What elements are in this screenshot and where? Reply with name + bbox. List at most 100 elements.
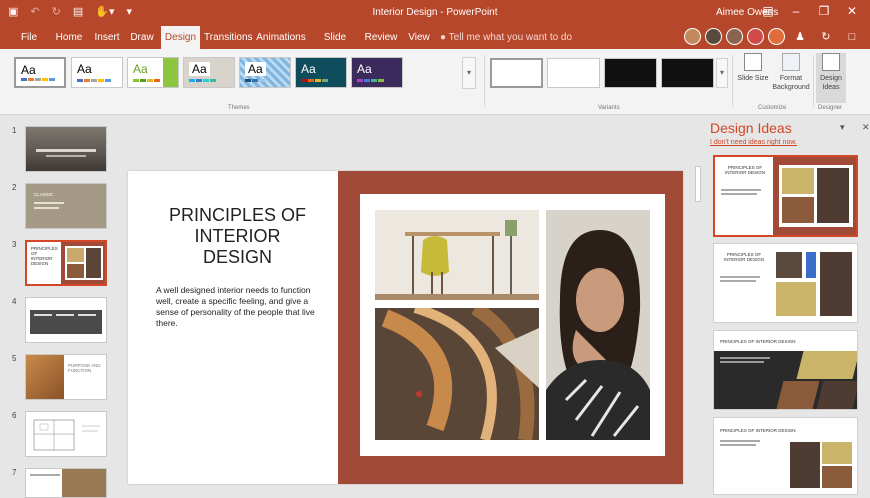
design-idea-3[interactable]: PRINCIPLES OF INTERIOR DESIGN [713,330,858,410]
theme-color-bars [21,78,55,81]
tab-insert[interactable]: Insert [90,26,124,49]
tab-home[interactable]: Home [52,26,86,49]
slide-number: 1 [12,126,17,135]
restore-icon[interactable]: ❐ [810,4,838,18]
slide-size-button[interactable]: Slide Size [737,53,769,101]
theme-ion[interactable]: Aa [295,57,347,88]
slide-thumbnail-3[interactable]: PRINCIPLES OF INTERIOR DESIGN [25,240,107,286]
desk-photo[interactable] [375,210,539,300]
format-background-label-2: Background [772,84,810,91]
format-background-button[interactable]: Format Background [770,53,812,101]
pane-options-icon[interactable]: ▾ [840,122,845,133]
theme-office-2[interactable]: Aa [71,57,123,88]
dismiss-ideas-link[interactable]: I don't need ideas right now. [710,139,797,146]
variant-2[interactable] [547,58,600,88]
variant-3[interactable] [604,58,657,88]
variants-more-button[interactable]: ▾ [716,58,728,88]
idea-title: PRINCIPLES OF INTERIOR DESIGN [720,339,796,344]
collaborator-avatar[interactable] [684,28,701,45]
idea-photo [782,197,814,223]
idea-text-line [720,357,770,359]
idea-text-line [720,276,760,278]
comments-icon[interactable]: □ [841,31,863,43]
tab-file[interactable]: File [14,26,44,49]
idea-photo [817,168,849,223]
idea-title: PRINCIPLES OF INTERIOR DESIGN [724,165,765,175]
staircase-photo[interactable] [375,308,539,440]
tab-animations[interactable]: Animations [256,26,306,49]
close-icon[interactable]: ✕ [838,4,866,18]
portrait-photo[interactable] [546,210,650,440]
idea-text-line [720,444,756,446]
theme-color-bars [77,79,111,82]
design-idea-1[interactable]: PRINCIPLES OF INTERIOR DESIGN [713,155,858,237]
ribbon: Aa Aa Aa Aa Aa Aa Aa ▾ Themes ▾ Variants… [0,49,870,115]
tab-slide-show[interactable]: Slide Show [310,26,360,66]
staircase-illustration [375,308,539,440]
thumbnail-text-line [36,149,96,152]
theme-sample-text: Aa [189,62,210,76]
idea-text-line [720,361,764,363]
thumbnail-frame [65,246,103,280]
vertical-scrollbar[interactable] [693,116,703,498]
group-divider [732,55,733,107]
share-icon[interactable]: ♟ [789,30,811,43]
floor-plan-drawing [33,419,100,451]
slide-thumbnail-1[interactable] [25,126,107,172]
slide-body-text[interactable]: A well designed interior needs to functi… [156,285,326,329]
theme-facet[interactable]: Aa [127,57,179,88]
theme-office[interactable]: Aa [14,57,66,88]
minimize-icon[interactable]: – [782,4,810,18]
tab-view[interactable]: View [404,26,434,49]
theme-integral[interactable]: Aa [183,57,235,88]
theme-color-bars [245,79,265,82]
skype-icon[interactable] [768,28,785,45]
design-ideas-button[interactable]: Design Ideas [816,53,846,103]
slide-thumbnail-2[interactable]: CLASSIC [25,183,107,229]
slide-number: 2 [12,183,17,192]
slide-size-icon [744,53,762,71]
design-ideas-label-1: Design [820,75,842,82]
design-ideas-icon [822,53,840,71]
tab-transitions[interactable]: Transitions [204,26,253,49]
tell-me-text: Tell me what you want to do [448,32,573,43]
tab-design[interactable]: Design [161,26,200,49]
slide-thumbnail-5[interactable]: PURPOSE AND FUNCTION [25,354,107,400]
theme-sample-text: Aa [77,62,92,76]
collaborator-avatar[interactable] [726,28,743,45]
idea-frame [779,165,853,227]
collaborator-avatar[interactable] [747,28,764,45]
design-idea-2[interactable]: PRINCIPLES OF INTERIOR DESIGN [713,243,858,323]
theme-color-bars [357,79,384,82]
pane-close-icon[interactable]: ✕ [862,122,870,133]
activity-icon[interactable]: ↻ [815,30,837,43]
window-controls: ▤ – ❐ ✕ [754,4,866,18]
scrollbar-thumb[interactable] [695,166,701,202]
thumbnail-text-line [56,314,74,316]
theme-organic[interactable]: Aa [351,57,403,88]
design-idea-4[interactable]: PRINCIPLES OF INTERIOR DESIGN [713,417,858,495]
thumbnail-text-line [30,474,60,476]
slide-thumbnail-7[interactable] [25,468,107,498]
design-ideas-title: Design Ideas [710,120,792,136]
variant-4[interactable] [661,58,714,88]
theme-ion-boardroom[interactable]: Aa [239,57,291,88]
theme-sample-text: Aa [133,62,148,76]
thumbnail-band [61,242,105,284]
idea-photo [822,466,852,488]
variant-1[interactable] [490,58,543,88]
thumbnail-photo [67,248,84,262]
idea-photo [782,168,814,194]
tell-me-box[interactable]: ● Tell me what you want to do [440,26,572,49]
idea-photo [790,442,820,488]
themes-more-button[interactable]: ▾ [462,57,476,89]
slide-thumbnail-6[interactable] [25,411,107,457]
tab-draw[interactable]: Draw [126,26,158,49]
collaborator-avatar[interactable] [705,28,722,45]
slide-title[interactable]: PRINCIPLES OF INTERIOR DESIGN [160,205,315,268]
idea-photo [822,442,852,464]
slide-thumbnail-4[interactable] [25,297,107,343]
ribbon-display-options-icon[interactable]: ▤ [754,4,782,18]
customize-group-label: Customize [758,105,787,111]
tab-review[interactable]: Review [364,26,398,49]
